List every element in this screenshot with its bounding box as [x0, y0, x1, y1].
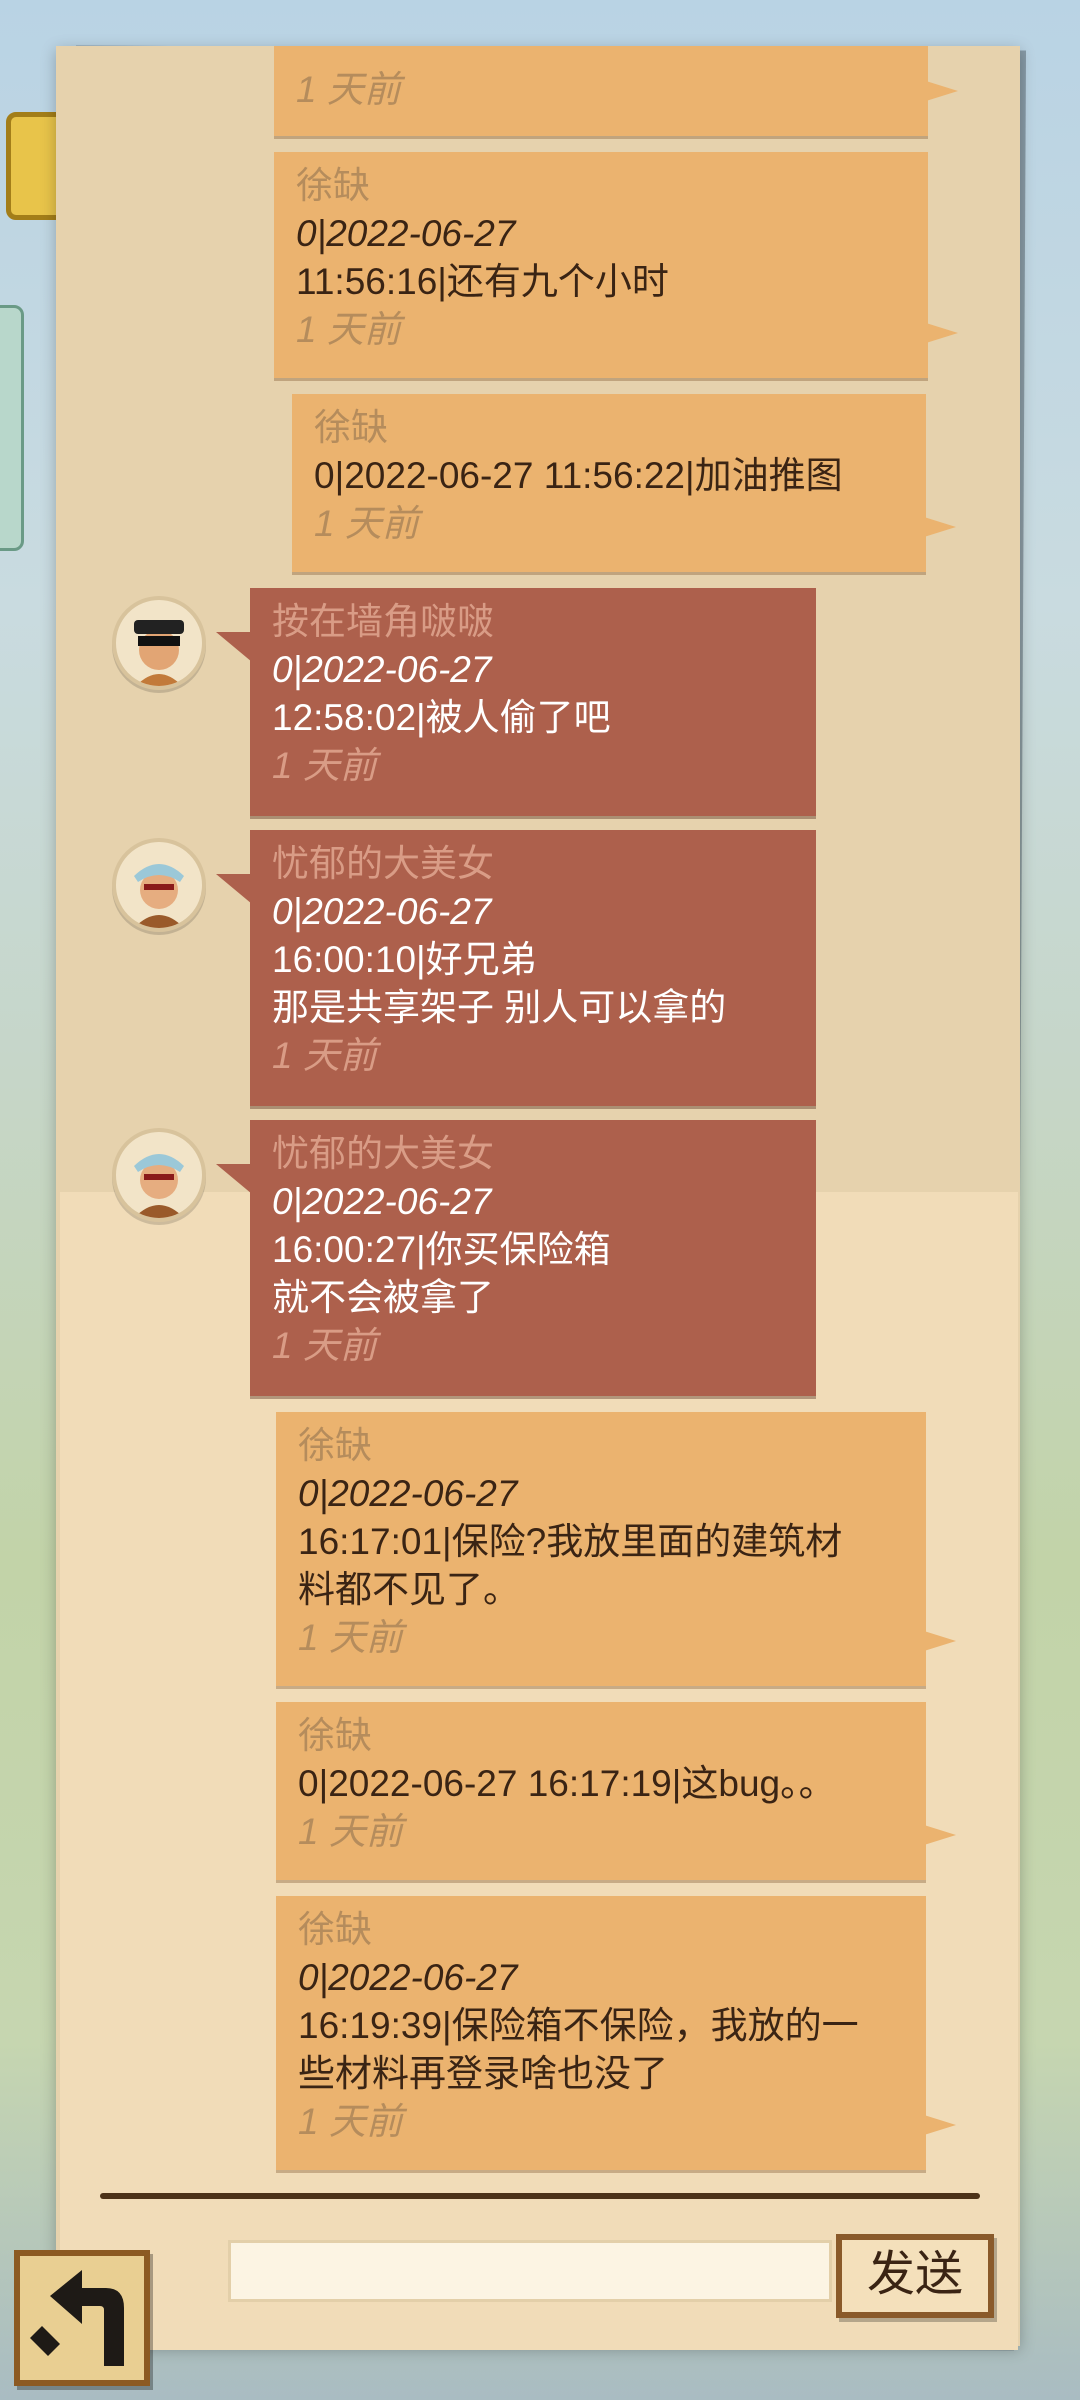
message-line: 16:00:27|你买保险箱: [272, 1229, 611, 1270]
message-bubble: 忧郁的大美女 0|2022-06-27 16:00:10|好兄弟 那是共享架子 …: [216, 830, 816, 1106]
message-line: 16:19:39|保险箱不保险，我放的一: [298, 2005, 859, 2046]
message-line: 0|2022-06-27 16:17:19|这bug。。: [298, 1763, 836, 1804]
message-time: 1 天前: [314, 503, 419, 544]
message-line: 0|2022-06-27: [298, 1957, 518, 1998]
message-line: 0|2022-06-27: [272, 891, 492, 932]
back-arrow-icon: [30, 2270, 124, 2366]
message-time: 1 天前: [272, 745, 377, 786]
chat-input[interactable]: [228, 2240, 832, 2302]
player-avatar-icon[interactable]: [112, 838, 206, 932]
message-line: 料都不见了。: [298, 1569, 520, 1610]
message-bubble: 徐缺 0|2022-06-27 11:56:22|加油推图 1 天前: [292, 394, 956, 572]
message-sender: 忧郁的大美女: [272, 1133, 494, 1174]
message-bubble: 忧郁的大美女 0|2022-06-27 16:00:27|你买保险箱 就不会被拿…: [216, 1120, 816, 1396]
divider: [100, 2193, 980, 2199]
message-sender: 徐缺: [298, 1425, 372, 1466]
message-bubble: 按在墙角啵啵 0|2022-06-27 12:58:02|被人偷了吧 1 天前: [216, 588, 816, 816]
message-time: 1 天前: [298, 1617, 403, 1658]
message-line: 0|2022-06-27 11:56:22|加油推图: [314, 455, 843, 496]
message-line: 些材料再登录啥也没了: [298, 2053, 668, 2094]
player-avatar-icon[interactable]: [112, 1128, 206, 1222]
message-line: 16:17:01|保险?我放里面的建筑材: [298, 1521, 843, 1562]
message-line: 就不会被拿了: [272, 1277, 494, 1318]
back-button[interactable]: [14, 2250, 150, 2386]
message-time: 1 天前: [296, 309, 401, 350]
message-bubble: 1 天前: [274, 46, 958, 136]
message-sender: 忧郁的大美女: [272, 843, 494, 884]
message-sender: 徐缺: [296, 165, 370, 206]
message-line: 0|2022-06-27: [272, 1181, 492, 1222]
send-button[interactable]: 发送: [836, 2234, 994, 2318]
message-time: 1 天前: [296, 69, 401, 110]
message-time: 1 天前: [272, 1035, 377, 1076]
message-line: 0|2022-06-27: [296, 213, 516, 254]
message-line: 16:00:10|好兄弟: [272, 939, 537, 980]
message-sender: 徐缺: [298, 1909, 372, 1950]
message-line: 0|2022-06-27: [298, 1473, 518, 1514]
side-panel-tab[interactable]: [0, 305, 24, 551]
message-line: 12:58:02|被人偷了吧: [272, 697, 611, 738]
message-bubble: 徐缺 0|2022-06-27 16:19:39|保险箱不保险，我放的一 些材料…: [276, 1896, 956, 2170]
message-bubble: 徐缺 0|2022-06-27 16:17:19|这bug。。 1 天前: [276, 1702, 956, 1880]
message-line: 那是共享架子 别人可以拿的: [272, 987, 727, 1028]
message-line: 0|2022-06-27: [272, 649, 492, 690]
player-avatar-icon[interactable]: [112, 596, 206, 690]
message-bubble: 徐缺 0|2022-06-27 16:17:01|保险?我放里面的建筑材 料都不…: [276, 1412, 956, 1686]
message-sender: 按在墙角啵啵: [272, 601, 494, 642]
message-sender: 徐缺: [314, 407, 388, 448]
message-time: 1 天前: [272, 1325, 377, 1366]
message-bubble: 徐缺 0|2022-06-27 11:56:16|还有九个小时 1 天前: [274, 152, 958, 378]
message-sender: 徐缺: [298, 1715, 372, 1756]
message-time: 1 天前: [298, 1811, 403, 1852]
message-time: 1 天前: [298, 2101, 403, 2142]
message-line: 11:56:16|还有九个小时: [296, 261, 669, 302]
